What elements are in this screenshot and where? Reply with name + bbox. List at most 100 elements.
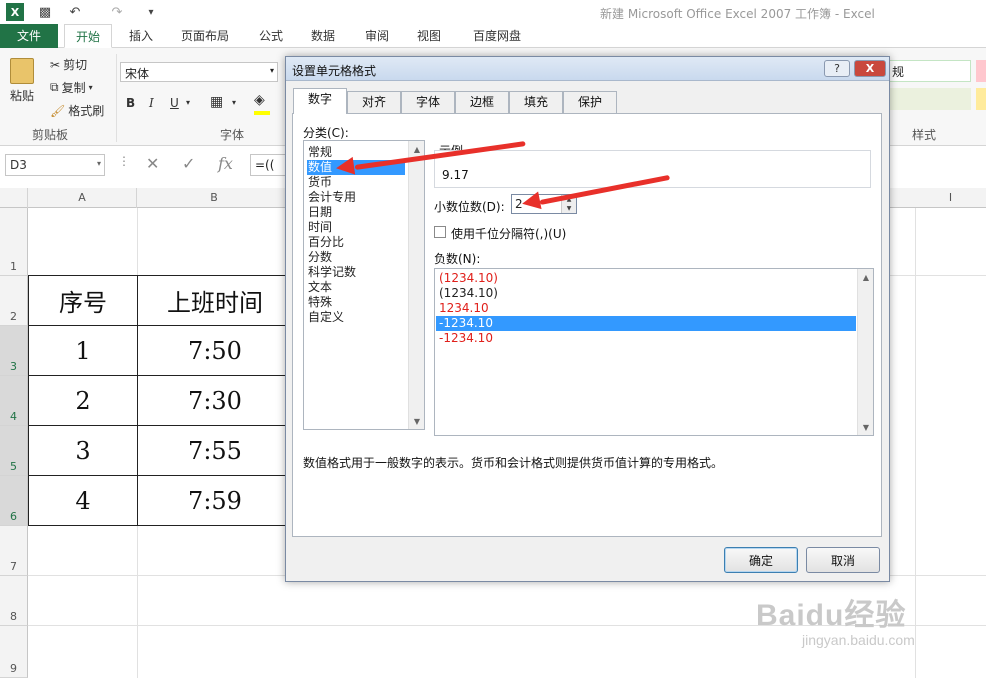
negative-numbers-list[interactable]: (1234.10) (1234.10) 1234.10 -1234.10 -12…	[434, 268, 874, 436]
table-cell-time[interactable]: 7:30	[138, 376, 292, 426]
insert-function-icon[interactable]: fx	[218, 154, 233, 173]
save-icon[interactable]: ▩	[36, 3, 54, 21]
category-list[interactable]: 常规 数值 货币 会计专用 日期 时间 百分比 分数 科学记数 文本 特殊 自定…	[303, 140, 425, 430]
column-header-i[interactable]: I	[915, 188, 986, 208]
list-item[interactable]: 科学记数	[307, 265, 405, 280]
row-header-3[interactable]: 3	[0, 326, 28, 376]
cancel-icon[interactable]: ✕	[146, 154, 159, 173]
chevron-down-icon[interactable]: ▾	[232, 98, 236, 107]
column-header-b[interactable]: B	[137, 188, 292, 208]
italic-button[interactable]: I	[149, 96, 154, 110]
row-header-1[interactable]: 1	[0, 208, 28, 276]
column-header-a[interactable]: A	[28, 188, 137, 208]
paste-button[interactable]: 粘贴	[10, 58, 34, 104]
row-header-7[interactable]: 7	[0, 526, 28, 576]
chevron-down-icon: ▾	[96, 159, 101, 168]
font-name-select[interactable]: 宋体 ▾	[120, 62, 278, 82]
close-button[interactable]: X	[854, 60, 886, 77]
scissors-icon: ✂	[50, 57, 61, 72]
tab-border[interactable]: 边框	[455, 91, 509, 113]
category-scrollbar[interactable]: ▲ ▼	[408, 141, 424, 429]
redo-icon[interactable]: ↷	[108, 3, 126, 21]
table-cell-no[interactable]: 4	[29, 476, 138, 526]
list-item[interactable]: 会计专用	[307, 190, 405, 205]
tab-data[interactable]: 数据	[300, 24, 346, 48]
cut-button[interactable]: ✂ 剪切	[50, 56, 87, 73]
dialog-titlebar[interactable]: 设置单元格格式 ? X	[286, 57, 889, 81]
number-format-select[interactable]: 规	[887, 60, 971, 82]
help-button[interactable]: ?	[824, 60, 850, 77]
bold-button[interactable]: B	[126, 96, 135, 110]
name-box[interactable]: D3 ▾	[5, 154, 105, 176]
tab-font[interactable]: 字体	[401, 91, 455, 113]
select-all-corner[interactable]	[0, 188, 28, 208]
list-item[interactable]: 自定义	[307, 310, 405, 325]
table-cell-no[interactable]: 2	[29, 376, 138, 426]
list-item[interactable]: 常规	[307, 145, 405, 160]
row-header-5[interactable]: 5	[0, 426, 28, 476]
scroll-down-icon[interactable]: ▼	[409, 413, 425, 429]
annotation-arrow-head	[520, 191, 542, 213]
enter-icon[interactable]: ✓	[182, 154, 195, 173]
copy-icon: ⧉	[50, 80, 59, 94]
undo-icon[interactable]: ↶	[66, 3, 84, 21]
tab-home[interactable]: 开始	[64, 24, 112, 48]
formula-input[interactable]: =((	[250, 154, 290, 176]
tab-insert[interactable]: 插入	[118, 24, 164, 48]
list-item[interactable]: 特殊	[307, 295, 405, 310]
list-item[interactable]: 分数	[307, 250, 405, 265]
list-item[interactable]: 文本	[307, 280, 405, 295]
tab-view[interactable]: 视图	[406, 24, 452, 48]
tab-baidu-netdisk[interactable]: 百度网盘	[462, 24, 532, 48]
row-header-2[interactable]: 2	[0, 276, 28, 326]
scroll-up-icon[interactable]: ▲	[858, 269, 874, 285]
list-item[interactable]: 货币	[307, 175, 405, 190]
tab-page-layout[interactable]: 页面布局	[172, 24, 238, 48]
style-bad-cell[interactable]	[976, 60, 986, 82]
row-header-6[interactable]: 6	[0, 476, 28, 526]
format-painter-button[interactable]: 🖌 格式刷	[50, 102, 104, 119]
customize-icon[interactable]: ▾	[142, 3, 160, 21]
table-cell-time[interactable]: 7:50	[138, 326, 292, 376]
tab-protection[interactable]: 保护	[563, 91, 617, 113]
chevron-down-icon[interactable]: ▾	[186, 98, 190, 107]
tab-alignment[interactable]: 对齐	[347, 91, 401, 113]
list-item[interactable]: 1234.10	[436, 301, 856, 316]
cancel-button[interactable]: 取消	[806, 547, 880, 573]
row-header-8[interactable]: 8	[0, 576, 28, 626]
tab-fill[interactable]: 填充	[509, 91, 563, 113]
fill-color-icon[interactable]: ◈	[254, 92, 265, 108]
style-warning-cell[interactable]	[976, 88, 986, 110]
sample-value: 9.17	[442, 168, 469, 182]
annotation-arrow-head	[334, 156, 356, 178]
table-cell-time[interactable]: 7:59	[138, 476, 292, 526]
list-item[interactable]: (1234.10)	[436, 286, 856, 301]
list-item-selected[interactable]: -1234.10	[436, 316, 856, 331]
negative-list-scrollbar[interactable]: ▲ ▼	[857, 269, 873, 435]
list-item[interactable]: (1234.10)	[436, 271, 856, 286]
header-cell-no[interactable]: 序号	[29, 276, 138, 326]
table-cell-no[interactable]: 3	[29, 426, 138, 476]
table-cell-time[interactable]: 7:55	[138, 426, 292, 476]
list-item[interactable]: 百分比	[307, 235, 405, 250]
table-cell-no[interactable]: 1	[29, 326, 138, 376]
underline-button[interactable]: U	[170, 96, 179, 110]
list-item[interactable]: 时间	[307, 220, 405, 235]
copy-button[interactable]: ⧉ 复制 ▾	[50, 79, 93, 96]
style-neutral-cell[interactable]	[887, 88, 971, 110]
ok-button[interactable]: 确定	[724, 547, 798, 573]
tab-review[interactable]: 审阅	[354, 24, 400, 48]
row-header-4[interactable]: 4	[0, 376, 28, 426]
list-item[interactable]: 日期	[307, 205, 405, 220]
thousands-separator-checkbox[interactable]	[434, 226, 446, 238]
group-divider	[116, 54, 117, 142]
tab-file[interactable]: 文件	[0, 24, 58, 48]
list-item[interactable]: -1234.10	[436, 331, 856, 346]
scroll-down-icon[interactable]: ▼	[858, 419, 874, 435]
header-cell-time[interactable]: 上班时间	[138, 276, 292, 326]
tab-number[interactable]: 数字	[293, 88, 347, 114]
borders-icon[interactable]: ▦	[210, 94, 223, 110]
tab-formulas[interactable]: 公式	[248, 24, 294, 48]
spin-down-icon[interactable]: ▼	[561, 204, 576, 213]
row-header-9[interactable]: 9	[0, 626, 28, 678]
